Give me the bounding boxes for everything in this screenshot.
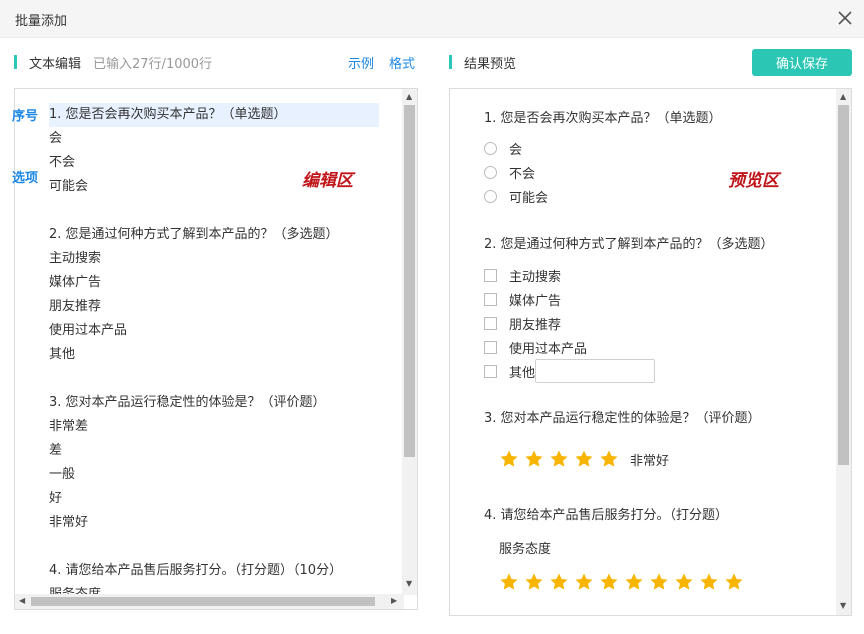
- question-4-score[interactable]: [499, 572, 749, 592]
- format-link[interactable]: 格式: [389, 53, 415, 72]
- checkbox-icon[interactable]: [484, 268, 497, 282]
- editor-line[interactable]: 好: [49, 487, 379, 511]
- option-label: 其他: [509, 365, 536, 381]
- editor-line[interactable]: [49, 367, 379, 391]
- dialog-title: 批量添加: [15, 14, 68, 29]
- editor-line[interactable]: 非常差: [49, 415, 379, 439]
- editor-line[interactable]: 4. 请您给本产品售后服务打分。（打分题）（10分）: [49, 559, 379, 583]
- option-label: 媒体广告: [509, 293, 562, 309]
- editor-line[interactable]: 非常好: [49, 511, 379, 535]
- editor-header: 文本编辑 已输入27行/1000行: [14, 52, 212, 72]
- preview-header-label: 结果预览: [464, 56, 517, 72]
- checkbox-icon[interactable]: [484, 292, 497, 306]
- star-icon[interactable]: [649, 572, 669, 592]
- editor-header-label: 文本编辑: [29, 56, 82, 72]
- editor-line[interactable]: 3. 您对本产品运行稳定性的体验是？（评价题）: [49, 391, 379, 415]
- star-icon[interactable]: [599, 572, 619, 592]
- editor-line[interactable]: 会: [49, 127, 379, 151]
- star-icon[interactable]: [524, 449, 544, 469]
- radio-icon[interactable]: [484, 165, 497, 179]
- question-2-title: 2. 您是通过何种方式了解到本产品的？（多选题）: [484, 237, 774, 252]
- star-icon[interactable]: [499, 449, 519, 469]
- close-icon[interactable]: [834, 7, 856, 29]
- scroll-down-icon[interactable]: ▼: [840, 601, 846, 610]
- option-label: 会: [509, 142, 523, 158]
- editor-line[interactable]: 差: [49, 439, 379, 463]
- checkbox-icon[interactable]: [484, 340, 497, 354]
- star-icon[interactable]: [699, 572, 719, 592]
- editor-line[interactable]: [49, 199, 379, 223]
- question-2-option-4[interactable]: 使用过本产品: [484, 337, 587, 357]
- line-count-status: 已输入27行/1000行: [93, 56, 213, 72]
- rating-label: 非常好: [630, 453, 670, 469]
- editor-line[interactable]: 其他: [49, 343, 379, 367]
- question-3-rating[interactable]: 非常好: [499, 449, 669, 469]
- star-icon[interactable]: [624, 572, 644, 592]
- question-3-title: 3. 您对本产品运行稳定性的体验是？（评价题）: [484, 411, 761, 426]
- question-2-option-5[interactable]: 其他: [484, 359, 656, 383]
- star-icon[interactable]: [574, 449, 594, 469]
- scroll-down-icon[interactable]: ▼: [406, 579, 412, 588]
- question-1-title: 1. 您是否会再次购买本产品？（单选题）: [484, 111, 722, 126]
- editor-horizontal-scroll-thumb[interactable]: [31, 597, 375, 606]
- star-icon[interactable]: [499, 572, 519, 592]
- editor-line[interactable]: 主动搜索: [49, 247, 379, 271]
- option-label: 使用过本产品: [509, 341, 588, 357]
- editor-line[interactable]: 1. 您是否会再次购买本产品？（单选题）: [49, 103, 379, 127]
- option-label: 不会: [509, 166, 536, 182]
- checkbox-icon[interactable]: [484, 364, 497, 378]
- star-icon[interactable]: [524, 572, 544, 592]
- question-1-option-2[interactable]: 不会: [484, 162, 535, 182]
- other-text-input[interactable]: [535, 359, 656, 383]
- editor-line[interactable]: 朋友推荐: [49, 295, 379, 319]
- radio-icon[interactable]: [484, 189, 497, 203]
- star-icon[interactable]: [599, 449, 619, 469]
- editor-horizontal-scrollbar[interactable]: ◀ ▶: [15, 594, 404, 609]
- preview-vertical-scrollbar[interactable]: ▲ ▼: [836, 89, 851, 615]
- question-1-option-3[interactable]: 可能会: [484, 186, 548, 206]
- confirm-save-button[interactable]: 确认保存: [752, 49, 852, 76]
- star-icon[interactable]: [549, 572, 569, 592]
- scroll-right-icon[interactable]: ▶: [391, 596, 397, 605]
- accent-bar: [449, 55, 452, 69]
- star-icon[interactable]: [574, 572, 594, 592]
- question-2-option-2[interactable]: 媒体广告: [484, 289, 561, 309]
- scroll-up-icon[interactable]: ▲: [840, 92, 846, 101]
- preview-header: 结果预览: [449, 52, 516, 72]
- preview-vertical-scroll-thumb[interactable]: [838, 105, 849, 465]
- question-4-item: 服务态度: [499, 542, 552, 557]
- example-link[interactable]: 示例: [348, 53, 374, 72]
- editor-line[interactable]: 媒体广告: [49, 271, 379, 295]
- editor-vertical-scrollbar[interactable]: ▲ ▼: [402, 89, 417, 595]
- checkbox-icon[interactable]: [484, 316, 497, 330]
- editor-line[interactable]: [49, 535, 379, 559]
- option-label: 主动搜索: [509, 269, 562, 285]
- scroll-left-icon[interactable]: ◀: [19, 596, 25, 605]
- radio-icon[interactable]: [484, 141, 497, 155]
- accent-bar: [14, 55, 17, 69]
- option-label: 朋友推荐: [509, 317, 562, 333]
- option-label: 可能会: [509, 190, 549, 206]
- question-1-option-1[interactable]: 会: [484, 138, 522, 158]
- star-icon[interactable]: [549, 449, 569, 469]
- text-editor[interactable]: 1. 您是否会再次购买本产品？（单选题）会不会 可能会 2. 您是通过何种方式了解到…: [14, 88, 418, 610]
- annotation-number: 序号: [12, 109, 39, 124]
- editor-line[interactable]: 2. 您是通过何种方式了解到本产品的？（多选题）: [49, 223, 379, 247]
- star-icon[interactable]: [674, 572, 694, 592]
- editor-vertical-scroll-thumb[interactable]: [404, 105, 415, 457]
- dialog-titlebar: 批量添加: [0, 0, 864, 38]
- star-icon[interactable]: [724, 572, 744, 592]
- annotation-preview-zone: 预览区: [728, 171, 779, 191]
- question-2-option-3[interactable]: 朋友推荐: [484, 313, 561, 333]
- editor-line[interactable]: 一般: [49, 463, 379, 487]
- result-preview: 1. 您是否会再次购买本产品？（单选题） 会 不会 可能会 2. 您是通过何种方…: [449, 88, 852, 616]
- annotation-edit-zone: 编辑区: [302, 171, 353, 191]
- question-2-option-1[interactable]: 主动搜索: [484, 265, 561, 285]
- annotation-options: 选项: [12, 171, 39, 186]
- editor-line[interactable]: 使用过本产品: [49, 319, 379, 343]
- question-4-title: 4. 请您给本产品售后服务打分。（打分题）: [484, 508, 729, 523]
- scroll-up-icon[interactable]: ▲: [406, 92, 412, 101]
